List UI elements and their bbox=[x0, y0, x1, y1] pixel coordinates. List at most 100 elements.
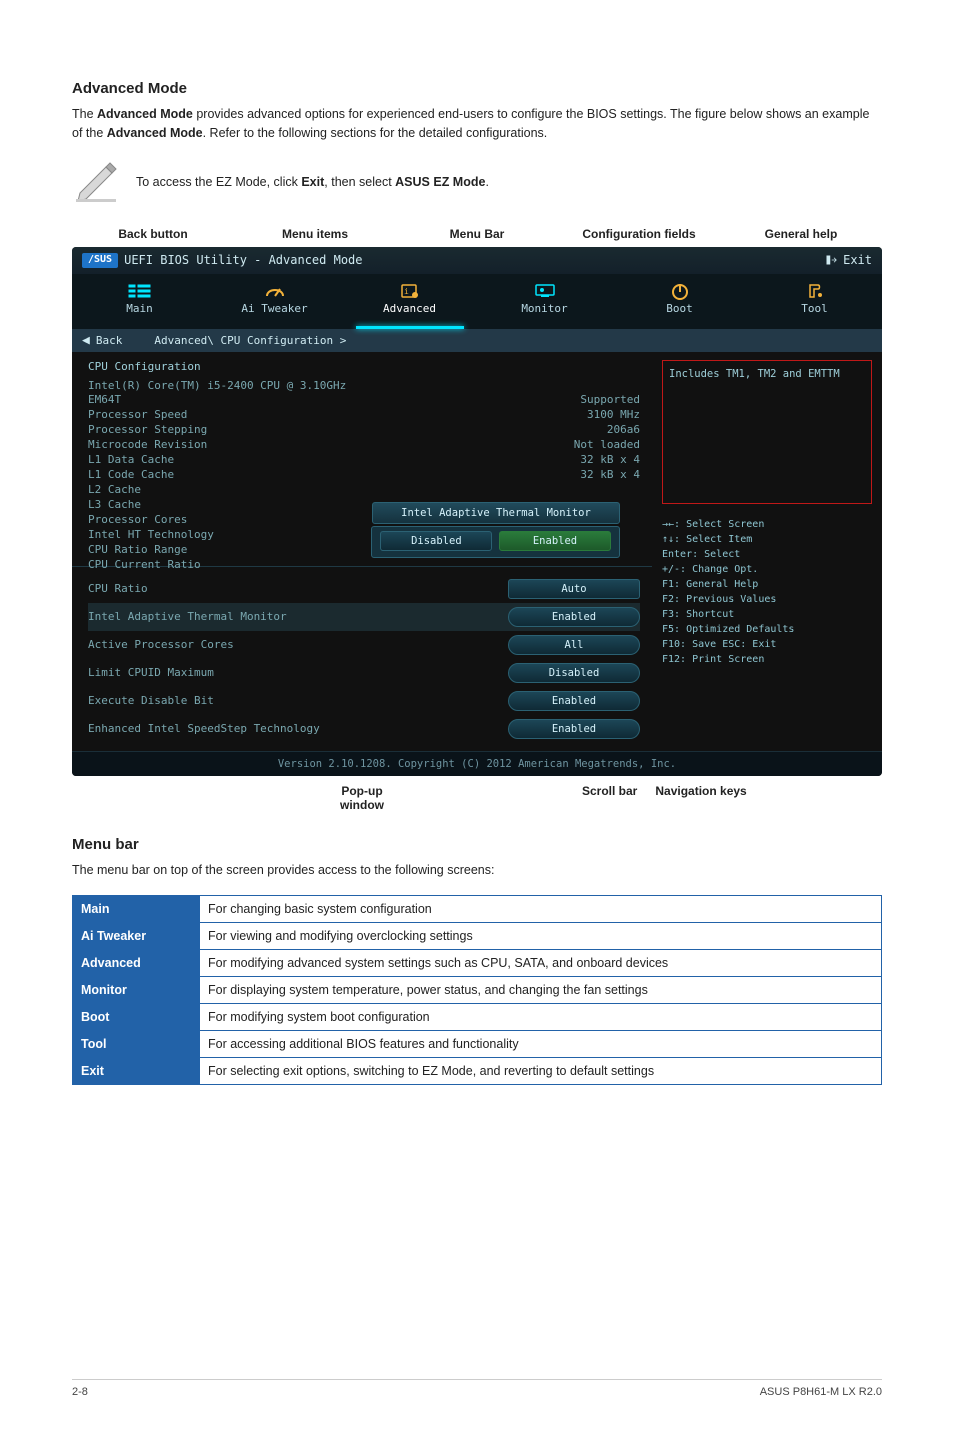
setting-value[interactable]: All bbox=[508, 635, 640, 655]
table-head-cell: Main bbox=[73, 896, 200, 923]
menu-bar-table: MainFor changing basic system configurat… bbox=[72, 895, 882, 1085]
info-row: L2 Cache bbox=[88, 482, 640, 497]
setting-value[interactable]: Disabled bbox=[508, 663, 640, 683]
info-value: Supported bbox=[520, 393, 640, 406]
label-back-button: Back button bbox=[72, 227, 234, 241]
tab-main[interactable]: Main bbox=[72, 274, 207, 329]
table-desc-cell: For modifying advanced system settings s… bbox=[200, 950, 882, 977]
exit-button-label: Exit bbox=[843, 253, 872, 267]
info-value: 3100 MHz bbox=[520, 408, 640, 421]
table-head-cell: Monitor bbox=[73, 977, 200, 1004]
info-value bbox=[520, 558, 640, 571]
info-key: Intel HT Technology bbox=[88, 528, 214, 541]
info-row: CPU Current Ratio bbox=[88, 557, 640, 572]
table-row: MonitorFor displaying system temperature… bbox=[73, 977, 882, 1004]
para-text: . Refer to the following sections for th… bbox=[203, 126, 548, 140]
page-number: 2-8 bbox=[72, 1386, 88, 1398]
table-desc-cell: For displaying system temperature, power… bbox=[200, 977, 882, 1004]
info-value: 206a6 bbox=[520, 423, 640, 436]
tab-ai-tweaker[interactable]: Ai Tweaker bbox=[207, 274, 342, 329]
nav-key-hint: Enter: Select bbox=[662, 548, 872, 563]
back-arrow-icon[interactable]: ◀ bbox=[82, 333, 90, 348]
asus-logo: /SUS bbox=[82, 253, 118, 268]
label-config-fields: Configuration fields bbox=[558, 227, 720, 241]
breadcrumb: Advanced\ CPU Configuration > bbox=[154, 334, 346, 347]
table-row: ToolFor accessing additional BIOS featur… bbox=[73, 1031, 882, 1058]
table-desc-cell: For selecting exit options, switching to… bbox=[200, 1058, 882, 1085]
table-row: BootFor modifying system boot configurat… bbox=[73, 1004, 882, 1031]
setting-value[interactable]: Enabled bbox=[508, 607, 640, 627]
figure-top-labels: Back button Menu items Menu Bar Configur… bbox=[72, 227, 882, 241]
setting-row[interactable]: Intel Adaptive Thermal Monitor Enabled bbox=[88, 603, 640, 631]
general-help-text: Includes TM1, TM2 and EMTTM bbox=[669, 368, 840, 380]
tab-advanced[interactable]: i Advanced bbox=[342, 274, 477, 329]
menu-bar-paragraph: The menu bar on top of the screen provid… bbox=[72, 861, 882, 880]
info-row: Microcode RevisionNot loaded bbox=[88, 437, 640, 452]
table-desc-cell: For accessing additional BIOS features a… bbox=[200, 1031, 882, 1058]
table-desc-cell: For viewing and modifying overclocking s… bbox=[200, 923, 882, 950]
setting-key: Enhanced Intel SpeedStep Technology bbox=[88, 722, 320, 735]
bios-footer-version: Version 2.10.1208. Copyright (C) 2012 Am… bbox=[72, 751, 882, 776]
para-bold: Advanced Mode bbox=[107, 126, 203, 140]
menu-bar-heading: Menu bar bbox=[72, 836, 882, 853]
label-scroll-bar: Scroll bar bbox=[582, 784, 637, 812]
note-bold: Exit bbox=[301, 175, 324, 189]
table-row: ExitFor selecting exit options, switchin… bbox=[73, 1058, 882, 1085]
advanced-mode-paragraph: The Advanced Mode provides advanced opti… bbox=[72, 105, 882, 143]
nav-key-hint: →←: Select Screen bbox=[662, 518, 872, 533]
advanced-mode-heading: Advanced Mode bbox=[72, 80, 882, 97]
popup-option-disabled[interactable]: Disabled bbox=[380, 531, 492, 551]
info-key: EM64T bbox=[88, 393, 121, 406]
setting-row[interactable]: Enhanced Intel SpeedStep Technology Enabl… bbox=[88, 715, 640, 743]
info-key: Microcode Revision bbox=[88, 438, 207, 451]
info-key: L1 Code Cache bbox=[88, 468, 174, 481]
setting-key: Active Processor Cores bbox=[88, 638, 234, 651]
nav-key-hint: F2: Previous Values bbox=[662, 593, 872, 608]
tab-label: Boot bbox=[666, 302, 693, 315]
panel-header: CPU Configuration bbox=[88, 360, 640, 373]
label-navigation-keys: Navigation keys bbox=[655, 784, 746, 812]
setting-value[interactable]: Auto bbox=[508, 579, 640, 599]
back-button[interactable]: Back bbox=[96, 334, 123, 347]
nav-key-hint: ↑↓: Select Item bbox=[662, 533, 872, 548]
table-row: AdvancedFor modifying advanced system se… bbox=[73, 950, 882, 977]
popup-option-enabled[interactable]: Enabled bbox=[499, 531, 611, 551]
nav-key-hint: F12: Print Screen bbox=[662, 653, 872, 668]
setting-row[interactable]: CPU Ratio Auto bbox=[88, 575, 640, 603]
para-bold: Advanced Mode bbox=[97, 107, 193, 121]
setting-key: Intel Adaptive Thermal Monitor bbox=[88, 610, 287, 623]
para-text: The bbox=[72, 107, 97, 121]
svg-text:i: i bbox=[404, 287, 409, 296]
info-row: Processor Speed3100 MHz bbox=[88, 407, 640, 422]
tab-monitor[interactable]: Monitor bbox=[477, 274, 612, 329]
nav-key-hint: +/-: Change Opt. bbox=[662, 563, 872, 578]
label-menu-bar: Menu Bar bbox=[396, 227, 558, 241]
info-key: Processor Stepping bbox=[88, 423, 207, 436]
cpu-model-line: Intel(R) Core(TM) i5-2400 CPU @ 3.10GHz bbox=[88, 379, 640, 392]
tab-boot[interactable]: Boot bbox=[612, 274, 747, 329]
table-desc-cell: For changing basic system configuration bbox=[200, 896, 882, 923]
setting-key: Execute Disable Bit bbox=[88, 694, 214, 707]
pencil-note-icon bbox=[72, 159, 120, 207]
exit-button[interactable]: Exit bbox=[825, 253, 872, 267]
table-head-cell: Boot bbox=[73, 1004, 200, 1031]
tab-label: Monitor bbox=[521, 302, 567, 315]
info-row: L1 Data Cache 32 kB x 4 bbox=[88, 452, 640, 467]
info-value bbox=[520, 483, 640, 496]
tab-label: Advanced bbox=[383, 302, 436, 315]
tab-tool[interactable]: Tool bbox=[747, 274, 882, 329]
setting-row[interactable]: Execute Disable Bit Enabled bbox=[88, 687, 640, 715]
nav-key-hint: F3: Shortcut bbox=[662, 608, 872, 623]
nav-key-hint: F5: Optimized Defaults bbox=[662, 623, 872, 638]
setting-row[interactable]: Limit CPUID MaximumDisabled bbox=[88, 659, 640, 687]
note-bold: ASUS EZ Mode bbox=[395, 175, 485, 189]
setting-value[interactable]: Enabled bbox=[508, 691, 640, 711]
tab-label: Main bbox=[126, 302, 153, 315]
setting-key: CPU Ratio bbox=[88, 582, 148, 595]
info-key: L1 Data Cache bbox=[88, 453, 174, 466]
setting-value[interactable]: Enabled bbox=[508, 719, 640, 739]
info-value: 32 kB x 4 bbox=[520, 453, 640, 466]
setting-row[interactable]: Active Processor Cores All bbox=[88, 631, 640, 659]
note-text: To access the EZ Mode, click Exit, then … bbox=[136, 173, 489, 192]
info-row: EM64T Supported bbox=[88, 392, 640, 407]
